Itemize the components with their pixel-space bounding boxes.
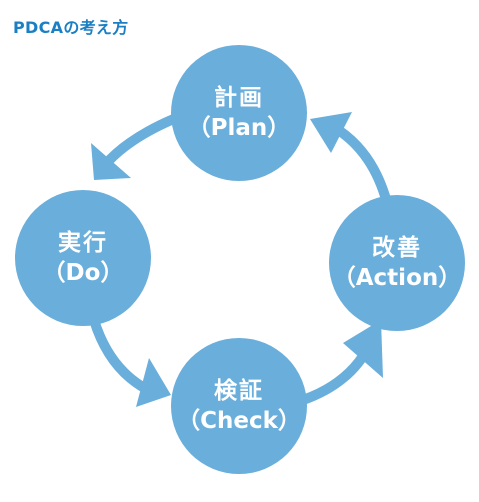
plan-sublabel: （Plan） (187, 115, 291, 141)
action-node: 改善 （Action） (329, 195, 465, 331)
action-label: 改善 (372, 235, 422, 261)
plan-node: 計画 （Plan） (171, 45, 307, 181)
action-sublabel: （Action） (332, 265, 462, 291)
check-label: 検証 (214, 378, 264, 404)
do-label: 実行 (58, 230, 108, 256)
do-sublabel: （Do） (42, 260, 124, 286)
arrow-plan-to-do (99, 113, 181, 171)
check-sublabel: （Check） (177, 408, 301, 434)
arrow-action-to-plan (327, 121, 390, 201)
plan-label: 計画 (214, 85, 264, 111)
do-node: 実行 （Do） (15, 190, 151, 326)
check-node: 検証 （Check） (171, 338, 307, 474)
